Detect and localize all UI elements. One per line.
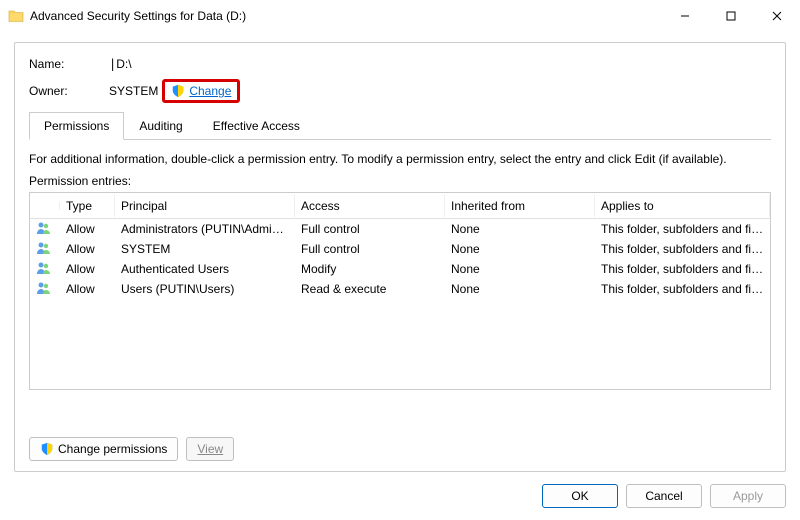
tab-effective-access[interactable]: Effective Access — [198, 112, 315, 140]
cell-principal: Users (PUTIN\Users) — [115, 280, 295, 298]
cell-applies: This folder, subfolders and files — [595, 260, 770, 278]
col-principal[interactable]: Principal — [115, 195, 295, 217]
owner-value: SYSTEM — [109, 84, 158, 98]
cell-access: Modify — [295, 260, 445, 278]
grid-header: Type Principal Access Inherited from App… — [30, 193, 770, 219]
cell-access: Full control — [295, 220, 445, 238]
users-icon — [30, 219, 60, 240]
cell-type: Allow — [60, 280, 115, 298]
cell-applies: This folder, subfolders and files — [595, 280, 770, 298]
users-icon — [30, 239, 60, 260]
name-label: Name: — [29, 57, 109, 71]
permissions-grid: Type Principal Access Inherited from App… — [29, 192, 771, 390]
cell-principal: Administrators (PUTIN\Adminis... — [115, 220, 295, 238]
cell-access: Full control — [295, 240, 445, 258]
view-button: View — [186, 437, 234, 461]
shield-icon — [40, 442, 54, 456]
col-inherited[interactable]: Inherited from — [445, 195, 595, 217]
owner-label: Owner: — [29, 84, 109, 98]
dialog-footer: OK Cancel Apply — [542, 484, 786, 508]
change-permissions-button[interactable]: Change permissions — [29, 437, 178, 461]
tab-permissions[interactable]: Permissions — [29, 112, 124, 140]
cell-principal: SYSTEM — [115, 240, 295, 258]
table-row[interactable]: AllowAuthenticated UsersModifyNoneThis f… — [30, 259, 770, 279]
users-icon — [30, 259, 60, 280]
minimize-button[interactable] — [662, 0, 708, 32]
cell-inherited: None — [445, 220, 595, 238]
titlebar: Advanced Security Settings for Data (D:) — [0, 0, 800, 32]
window-title: Advanced Security Settings for Data (D:) — [30, 9, 662, 23]
cell-type: Allow — [60, 260, 115, 278]
shield-icon — [171, 84, 185, 98]
cell-type: Allow — [60, 220, 115, 238]
col-access[interactable]: Access — [295, 195, 445, 217]
col-type[interactable]: Type — [60, 195, 115, 217]
table-row[interactable]: AllowUsers (PUTIN\Users)Read & executeNo… — [30, 279, 770, 299]
tab-auditing[interactable]: Auditing — [124, 112, 197, 140]
table-row[interactable]: AllowAdministrators (PUTIN\Adminis...Ful… — [30, 219, 770, 239]
change-owner-highlight: Change — [162, 79, 240, 103]
cell-type: Allow — [60, 240, 115, 258]
cancel-button[interactable]: Cancel — [626, 484, 702, 508]
cell-applies: This folder, subfolders and files — [595, 240, 770, 258]
cell-applies: This folder, subfolders and files — [595, 220, 770, 238]
entries-label: Permission entries: — [29, 174, 771, 188]
name-value: |D:\ — [109, 57, 132, 71]
ok-button[interactable]: OK — [542, 484, 618, 508]
folder-icon — [8, 8, 24, 24]
close-button[interactable] — [754, 0, 800, 32]
window-controls — [662, 0, 800, 32]
info-text: For additional information, double-click… — [29, 152, 771, 166]
cell-inherited: None — [445, 280, 595, 298]
change-permissions-label: Change permissions — [58, 442, 167, 456]
maximize-button[interactable] — [708, 0, 754, 32]
cell-principal: Authenticated Users — [115, 260, 295, 278]
apply-button: Apply — [710, 484, 786, 508]
cell-access: Read & execute — [295, 280, 445, 298]
tab-strip: Permissions Auditing Effective Access — [29, 111, 771, 140]
cell-inherited: None — [445, 240, 595, 258]
cell-inherited: None — [445, 260, 595, 278]
table-row[interactable]: AllowSYSTEMFull controlNoneThis folder, … — [30, 239, 770, 259]
main-panel: Name: |D:\ Owner: SYSTEM Change Permissi… — [14, 42, 786, 472]
users-icon — [30, 279, 60, 300]
col-applies[interactable]: Applies to — [595, 195, 770, 217]
change-owner-link[interactable]: Change — [189, 84, 231, 98]
